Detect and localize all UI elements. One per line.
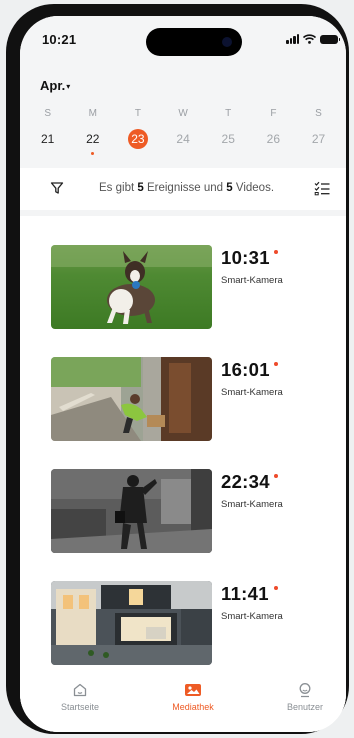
event-item[interactable]: 16:01 Smart-Kamera <box>51 357 321 441</box>
camera-name: Smart-Kamera <box>221 499 283 510</box>
unread-dot <box>274 586 278 590</box>
date-number: 26 <box>266 132 281 146</box>
calendar-header: 10:21 Apr. ▾ S 21 M 22 T 23 W 24 T 25 F 26 S 27 <box>20 16 346 168</box>
weekday-label: M <box>88 108 97 119</box>
event-time: 10:31 <box>221 247 270 268</box>
caret-down-icon: ▾ <box>66 81 71 91</box>
home-icon <box>73 683 87 697</box>
event-thumbnail[interactable] <box>51 581 212 665</box>
camera-name: Smart-Kamera <box>221 275 283 286</box>
calendar-day[interactable]: S 27 <box>296 108 341 155</box>
unread-dot <box>274 474 278 478</box>
month-label: Apr. <box>40 78 66 93</box>
weekday-label: T <box>225 108 232 119</box>
summary-prefix: Es gibt <box>99 182 135 194</box>
camera-name: Smart-Kamera <box>221 387 283 398</box>
weekday-label: S <box>44 108 51 119</box>
battery-icon <box>320 34 340 44</box>
user-icon <box>299 683 311 698</box>
tab-startseite[interactable]: Startseite <box>40 682 120 712</box>
list-select-icon[interactable] <box>314 181 330 196</box>
front-camera <box>222 37 232 47</box>
weekday-label: T <box>134 108 141 119</box>
weekday-label: S <box>315 108 322 119</box>
tab-mediathek[interactable]: Mediathek <box>153 682 233 712</box>
calendar-day[interactable]: W 24 <box>160 108 205 155</box>
calendar-day[interactable]: S 21 <box>25 108 70 155</box>
wifi-icon <box>303 34 316 44</box>
summary-suffix: Videos. <box>235 182 275 194</box>
event-summary: Es gibt 5 Ereignisse und 5 Videos. <box>99 182 274 194</box>
calendar-day[interactable]: F 26 <box>251 108 296 155</box>
events-sheet: Es gibt 5 Ereignisse und 5 Videos. 10:31… <box>20 168 346 732</box>
calendar-day[interactable]: M 22 <box>70 108 115 155</box>
tab-label-mediathek: Mediathek <box>172 702 214 712</box>
gallery-icon <box>185 684 201 696</box>
unread-dot <box>274 250 278 254</box>
event-count: 5 <box>137 182 144 194</box>
filter-icon[interactable] <box>50 181 64 195</box>
event-thumbnail[interactable] <box>51 245 212 329</box>
cellular-signal-icon <box>286 34 299 44</box>
tab-bar: Startseite Mediathek Benutzer <box>20 670 346 732</box>
date-number: 25 <box>221 132 235 146</box>
status-time: 10:21 <box>42 32 77 47</box>
event-item[interactable]: 11:41 Smart-Kamera <box>51 581 321 665</box>
date-number: 21 <box>40 132 55 146</box>
week-strip: S 21 M 22 T 23 W 24 T 25 F 26 S 27 <box>25 108 341 155</box>
app-screen: 10:21 Apr. ▾ S 21 M 22 T 23 W 24 T 25 F 26 S 27 <box>20 16 346 732</box>
date-number: 22 <box>86 132 100 146</box>
event-item[interactable]: 10:31 Smart-Kamera <box>51 245 321 329</box>
calendar-day[interactable]: T 25 <box>206 108 251 155</box>
event-indicator-dot <box>91 152 95 155</box>
event-thumbnail[interactable] <box>51 357 212 441</box>
date-number: 23 <box>127 129 148 149</box>
tab-benutzer[interactable]: Benutzer <box>265 682 345 712</box>
event-time: 16:01 <box>221 359 270 380</box>
month-selector[interactable]: Apr. ▾ <box>40 78 70 93</box>
phone-frame: 10:21 Apr. ▾ S 21 M 22 T 23 W 24 T 25 F 26 S 27 <box>6 4 349 734</box>
section-divider <box>20 210 346 216</box>
calendar-day[interactable]: T 23 <box>115 108 160 155</box>
weekday-label: W <box>178 108 188 119</box>
tab-label-startseite: Startseite <box>60 702 100 712</box>
summary-middle: Ereignisse und <box>146 182 224 194</box>
camera-name: Smart-Kamera <box>221 611 283 622</box>
event-time: 22:34 <box>221 471 270 492</box>
tab-label-benutzer: Benutzer <box>286 702 324 712</box>
weekday-label: F <box>270 108 277 119</box>
event-thumbnail[interactable] <box>51 469 212 553</box>
status-icons <box>286 34 340 44</box>
date-number: 27 <box>311 132 326 146</box>
unread-dot <box>274 362 278 366</box>
event-time: 11:41 <box>221 583 269 604</box>
date-number: 24 <box>176 132 190 146</box>
summary-bar: Es gibt 5 Ereignisse und 5 Videos. <box>20 168 346 210</box>
video-count: 5 <box>226 182 233 194</box>
event-item[interactable]: 22:34 Smart-Kamera <box>51 469 321 553</box>
